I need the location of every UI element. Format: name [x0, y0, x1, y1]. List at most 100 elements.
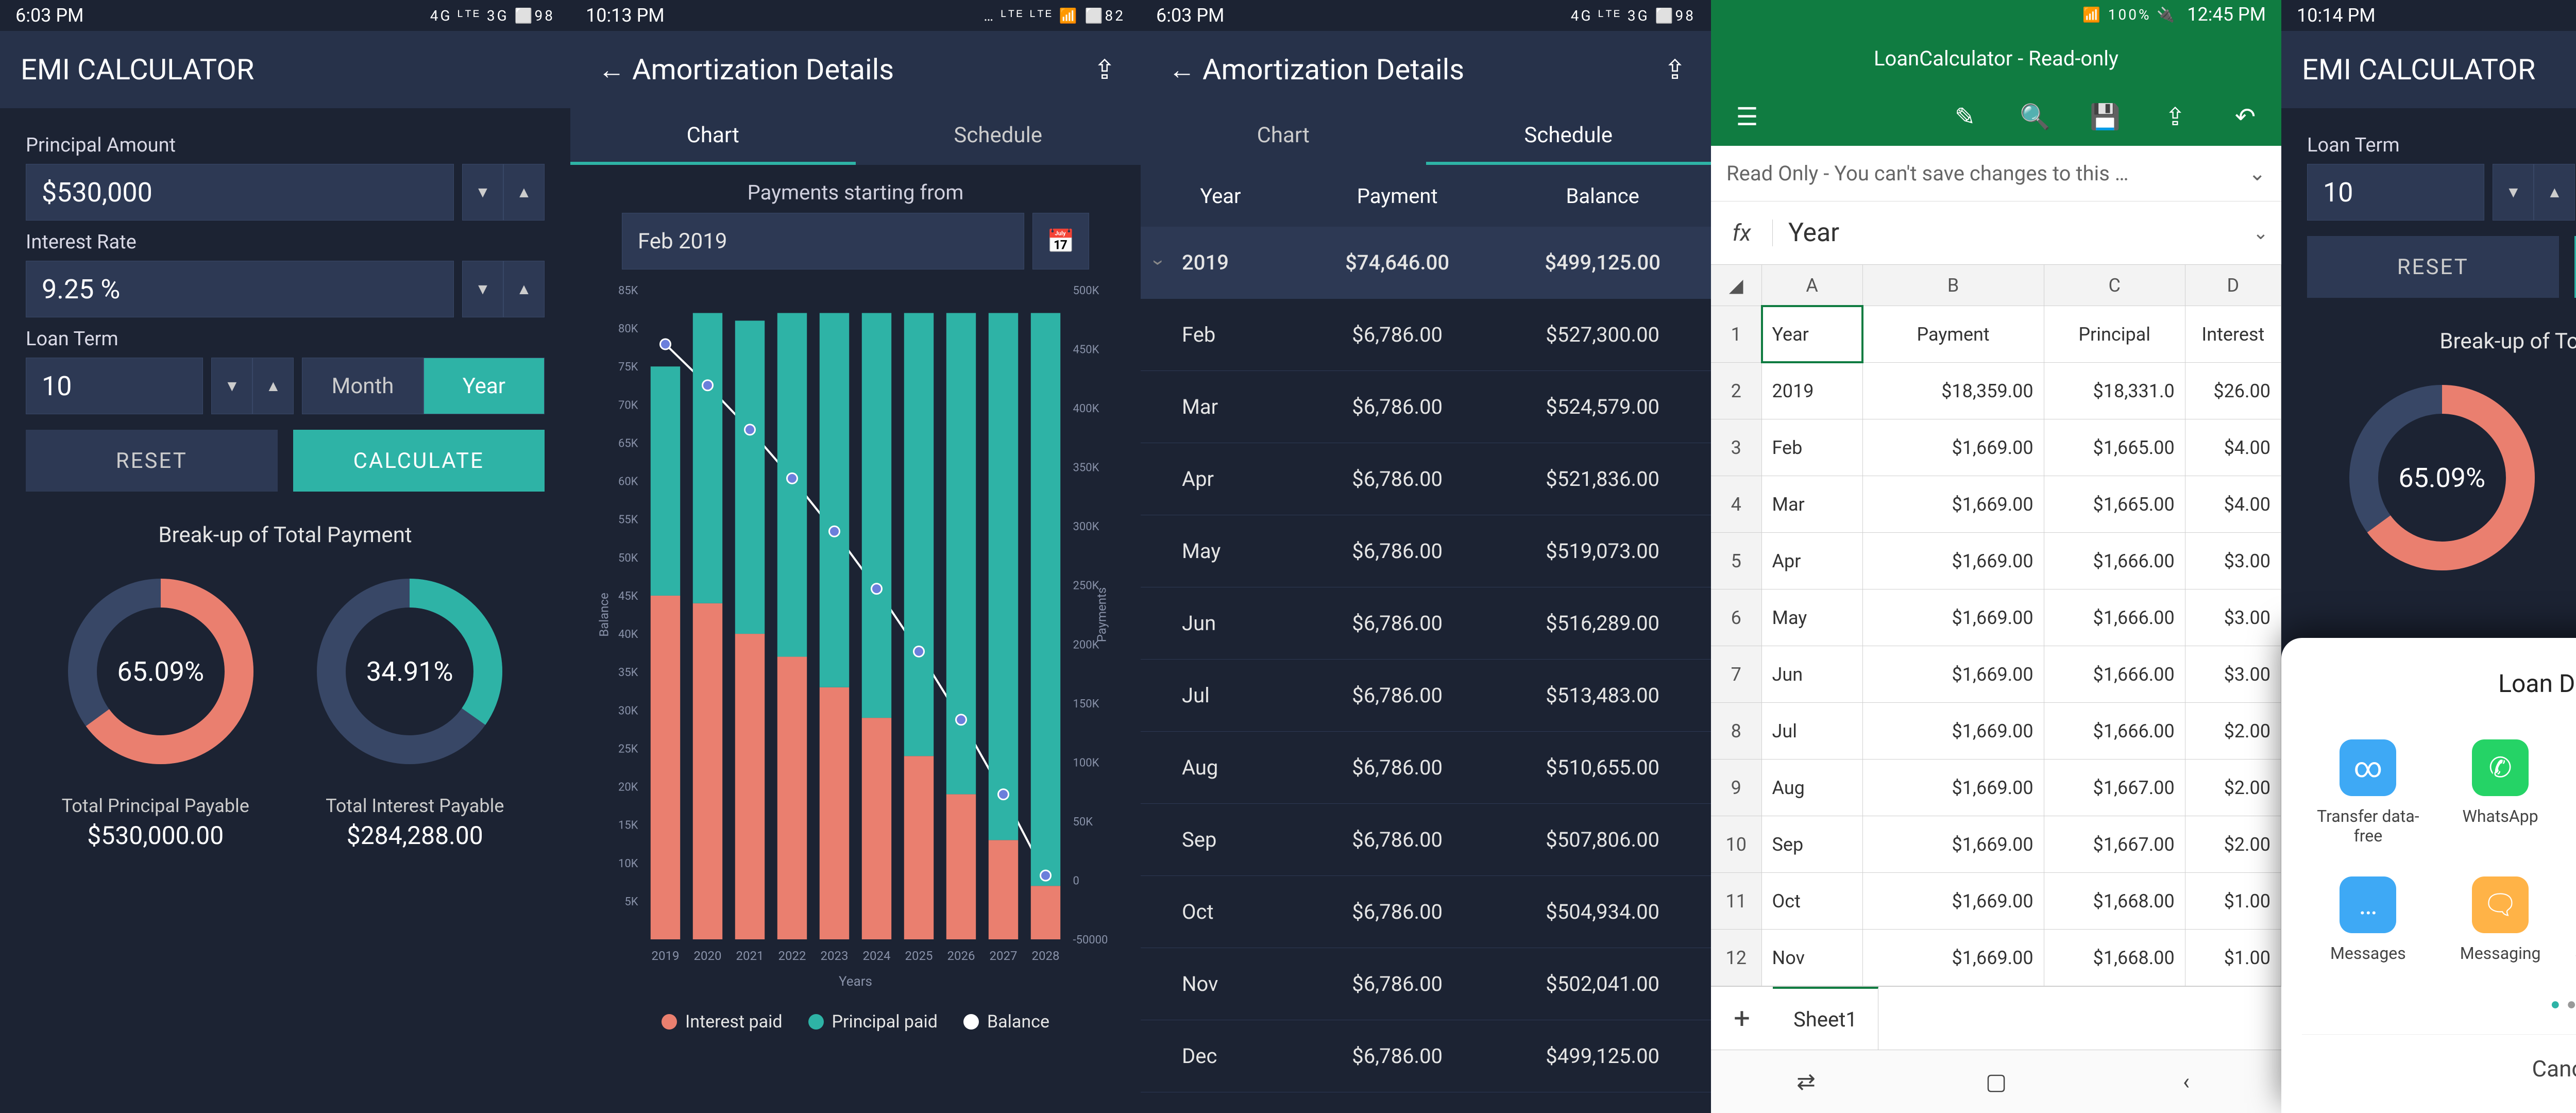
col-header-b[interactable]: B: [1863, 265, 2044, 306]
back-icon[interactable]: ←: [1161, 54, 1202, 86]
table-row[interactable]: 5Apr$1,669.00$1,666.00$3.00: [1711, 533, 2281, 589]
reset-button[interactable]: RESET: [26, 430, 278, 492]
svg-text:Years: Years: [839, 974, 872, 989]
calculate-button[interactable]: CALCULATE: [293, 430, 545, 492]
fx-dropdown-icon[interactable]: ⌄: [2240, 222, 2281, 244]
table-row[interactable]: 8Jul$1,669.00$1,666.00$2.00: [1711, 703, 2281, 760]
svg-text:60K: 60K: [618, 476, 638, 488]
table-row[interactable]: 10Sep$1,669.00$1,667.00$2.00: [1711, 816, 2281, 873]
table-row[interactable]: 11Oct$1,669.00$1,668.00$1.00: [1711, 873, 2281, 930]
select-all-cell[interactable]: ◢: [1711, 265, 1762, 306]
term-input[interactable]: 10: [2307, 164, 2484, 221]
row-header[interactable]: 1: [1711, 306, 1762, 363]
table-row[interactable]: 12Nov$1,669.00$1,668.00$1.00: [1711, 930, 2281, 986]
add-sheet-button[interactable]: +: [1711, 1001, 1773, 1035]
status-time: 6:03 PM: [15, 5, 84, 26]
svg-text:70K: 70K: [618, 399, 638, 412]
schedule-body[interactable]: 2019$74,646.00$499,125.00Feb$6,786.00$52…: [1141, 227, 1711, 1092]
nav-recent-icon[interactable]: ⇄: [1711, 1050, 1901, 1113]
share-icon[interactable]: ⇪: [1654, 54, 1696, 86]
svg-text:0: 0: [1073, 874, 1079, 887]
reset-button[interactable]: RESET: [2307, 236, 2559, 298]
donut-interest-pct: 34.91%: [366, 656, 453, 687]
cancel-button[interactable]: Cancel: [2302, 1034, 2576, 1092]
col-header-d[interactable]: D: [2185, 265, 2281, 306]
cell-d1[interactable]: Interest: [2185, 306, 2281, 363]
col-header-c[interactable]: C: [2044, 265, 2185, 306]
total-principal-value: $530,000.00: [26, 821, 285, 850]
svg-text:2026: 2026: [947, 949, 975, 963]
pen-icon[interactable]: ✎: [1944, 102, 1986, 131]
spreadsheet-grid[interactable]: ◢ A B C D 1 Year Payment Principal Inter…: [1711, 265, 2281, 986]
status-icons: 4G ᴸᵀᴱ 3G ⬜98: [1571, 7, 1696, 24]
table-row[interactable]: 22019$18,359.00$18,331.0$26.00: [1711, 363, 2281, 419]
interest-down-button[interactable]: ▼: [462, 261, 503, 317]
nav-home-icon[interactable]: ▢: [1901, 1050, 2091, 1113]
undo-icon[interactable]: ↶: [2225, 102, 2266, 131]
page-indicator[interactable]: ●●: [2302, 979, 2576, 1034]
table-row[interactable]: 4Mar$1,669.00$1,665.00$4.00: [1711, 476, 2281, 533]
share-option[interactable]: 📱Share to mobile: [2567, 861, 2576, 979]
principal-down-button[interactable]: ▼: [462, 164, 503, 221]
chevron-down-icon[interactable]: ⌄: [2248, 161, 2266, 185]
tab-schedule[interactable]: Schedule: [1426, 108, 1711, 165]
tab-chart[interactable]: Chart: [570, 108, 856, 165]
term-input[interactable]: 10: [26, 358, 203, 414]
fx-value[interactable]: Year: [1773, 218, 2240, 248]
share-option[interactable]: 🗨Messaging: [2434, 861, 2567, 979]
svg-text:500K: 500K: [1073, 284, 1099, 297]
table-row[interactable]: 3Feb$1,669.00$1,665.00$4.00: [1711, 419, 2281, 476]
tab-chart[interactable]: Chart: [1141, 108, 1426, 165]
cell-b1[interactable]: Payment: [1863, 306, 2044, 363]
svg-text:300K: 300K: [1073, 520, 1099, 533]
principal-up-button[interactable]: ▲: [503, 164, 545, 221]
toggle-month[interactable]: Month: [302, 358, 423, 414]
status-time: 12:45 PM: [2187, 4, 2266, 25]
page-title: Amortization Details: [1202, 53, 1654, 87]
back-icon[interactable]: ←: [591, 54, 632, 86]
term-up-button[interactable]: ▲: [2534, 164, 2575, 221]
share-icon[interactable]: ⇪: [1084, 54, 1125, 86]
cell-a1[interactable]: Year: [1762, 306, 1863, 363]
menu-icon[interactable]: ☰: [1726, 102, 1768, 131]
save-icon[interactable]: 💾: [2084, 102, 2126, 131]
term-down-button[interactable]: ▼: [211, 358, 252, 414]
calculate-button[interactable]: CALCULATE: [2574, 236, 2576, 298]
term-down-button[interactable]: ▼: [2493, 164, 2534, 221]
svg-text:35K: 35K: [618, 666, 638, 679]
table-row[interactable]: 9Aug$1,669.00$1,667.00$2.00: [1711, 760, 2281, 816]
svg-text:50K: 50K: [1073, 816, 1093, 829]
principal-input[interactable]: $530,000: [26, 164, 454, 221]
share-option[interactable]: fFacebook: [2567, 724, 2576, 861]
svg-text:20K: 20K: [618, 781, 638, 794]
payments-from-label: Payments starting from: [570, 165, 1141, 213]
table-row[interactable]: 2019$74,646.00$499,125.00: [1141, 227, 1711, 299]
breakup-title: Break-up of Total Payment: [26, 522, 545, 548]
toggle-year[interactable]: Year: [423, 358, 545, 414]
cell-c1[interactable]: Principal: [2044, 306, 2185, 363]
start-date-input[interactable]: Feb 2019: [622, 213, 1024, 269]
svg-text:85K: 85K: [618, 284, 638, 297]
table-row[interactable]: 6May$1,669.00$1,666.00$3.00: [1711, 589, 2281, 646]
share-option[interactable]: ∞Transfer data-free: [2302, 724, 2434, 861]
status-bar: 10:13 PM … ᴸᵀᴱ ᴸᵀᴱ 📶 ⬜82: [570, 0, 1141, 31]
sheet-tab[interactable]: Sheet1: [1773, 987, 1878, 1050]
readonly-banner[interactable]: Read Only - You can't save changes to th…: [1711, 146, 2281, 201]
share-option[interactable]: ✆WhatsApp: [2434, 724, 2567, 861]
nav-back-icon[interactable]: ‹: [2091, 1050, 2281, 1113]
col-header-a[interactable]: A: [1762, 265, 1863, 306]
calendar-icon[interactable]: 📅: [1032, 213, 1089, 269]
screen-share-sheet: 10:14 PM … ᴸᵀᴱ ᴸᵀᴱ 📶 ⬜82 EMI CALCULATOR …: [2281, 0, 2576, 1113]
term-up-button[interactable]: ▲: [252, 358, 294, 414]
share-icon[interactable]: ⇪: [2155, 102, 2196, 131]
status-bar: 📶 100% 🔌 12:45 PM: [1711, 0, 2281, 29]
tab-schedule[interactable]: Schedule: [856, 108, 1141, 165]
svg-text:Balance: Balance: [597, 593, 612, 636]
interest-input[interactable]: 9.25 %: [26, 261, 454, 317]
legend-balance: Balance: [963, 1011, 1049, 1032]
interest-up-button[interactable]: ▲: [503, 261, 545, 317]
search-icon[interactable]: 🔍: [2014, 102, 2056, 131]
table-row[interactable]: 7Jun$1,669.00$1,666.00$3.00: [1711, 646, 2281, 703]
share-option[interactable]: …Messages: [2302, 861, 2434, 979]
formula-bar[interactable]: fx Year ⌄: [1711, 201, 2281, 265]
